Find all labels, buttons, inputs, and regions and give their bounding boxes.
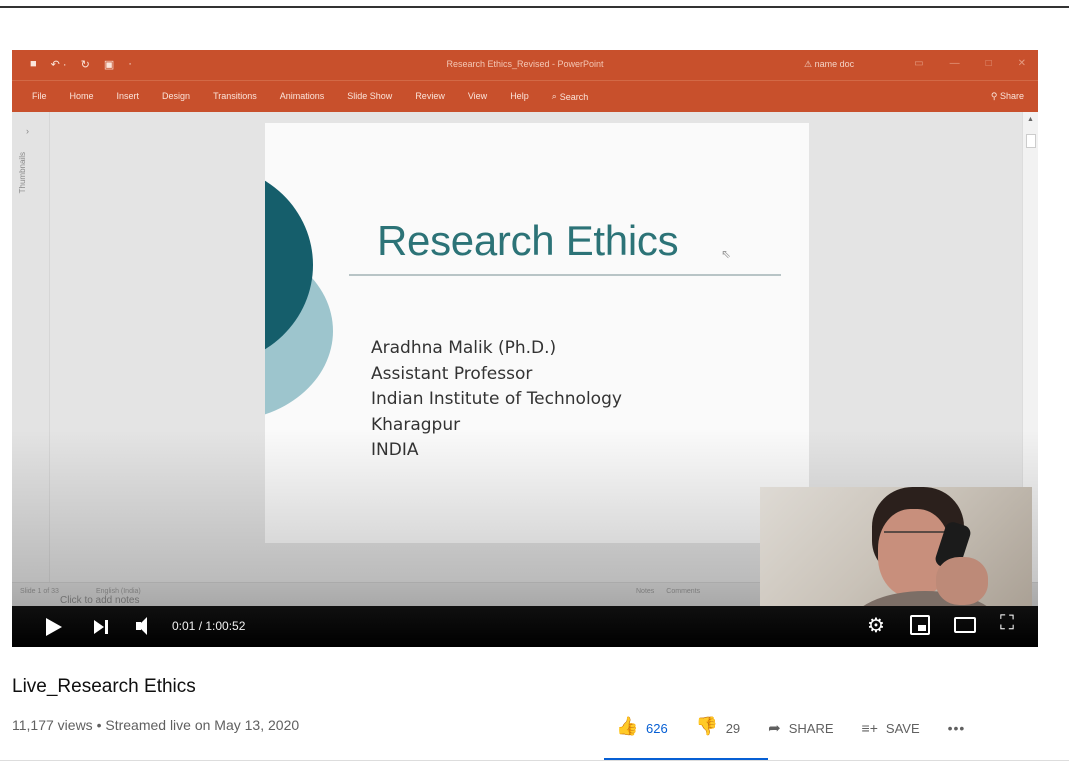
slide-title: Research Ethics	[377, 217, 679, 264]
share-label: SHARE	[788, 720, 834, 736]
playlist-add-icon: ≡+	[861, 720, 878, 736]
language-indicator: English (India)	[96, 588, 141, 595]
tab-insert: Insert	[116, 91, 140, 101]
play-icon[interactable]	[46, 618, 62, 636]
status-comments: Comments	[666, 588, 701, 595]
ribbon-share-label: Share	[999, 91, 1024, 101]
status-notes: Notes	[636, 588, 655, 595]
minimize-icon: —	[949, 58, 960, 69]
ribbon-search-label: Search	[559, 91, 589, 102]
dislike-count: 29	[725, 720, 741, 736]
tab-animations: Animations	[279, 91, 325, 101]
powerpoint-title-bar: ■ ↶ · ↻ ▣ · Research Ethics_Revised - Po…	[12, 50, 1038, 80]
scrollbar-thumb	[1026, 134, 1036, 148]
ribbon-search: ⌕ Search	[552, 91, 589, 102]
author-city: Kharagpur	[371, 414, 461, 435]
thumbnails-pane: › Thumbnails	[12, 112, 50, 582]
theater-mode-icon[interactable]	[954, 617, 976, 633]
thumbnails-label: Thumbnails	[18, 152, 27, 194]
tab-slide-show: Slide Show	[347, 91, 393, 101]
save-label: SAVE	[885, 720, 920, 736]
video-meta: 11,177 views • Streamed live on May 13, …	[12, 717, 300, 733]
fullscreen-icon[interactable]	[1000, 612, 1020, 635]
settings-gear-icon[interactable]	[866, 613, 886, 638]
person-icon: ⚲	[990, 91, 998, 101]
author-position: Assistant Professor	[371, 363, 533, 384]
close-icon: ✕	[1017, 58, 1026, 69]
user-account: ⚠ name doc	[804, 59, 855, 69]
maximize-icon: □	[985, 58, 992, 69]
slide: Research Ethics ⇖ Aradhna Malik (Ph.D.) …	[265, 123, 809, 543]
chevron-right-icon: ›	[26, 126, 29, 136]
video-player[interactable]: ■ ↶ · ↻ ▣ · Research Ethics_Revised - Po…	[12, 50, 1038, 647]
tab-help: Help	[510, 91, 529, 101]
slide-counter: Slide 1 of 33	[20, 588, 59, 595]
player-controls-right	[866, 612, 1020, 638]
tab-design: Design	[162, 91, 191, 101]
save-button[interactable]: ≡+ SAVE	[862, 720, 920, 736]
tab-transitions: Transitions	[213, 91, 257, 101]
tab-review: Review	[415, 91, 445, 101]
scroll-up-icon: ▲	[1027, 116, 1034, 123]
dislike-button[interactable]: 29	[696, 716, 741, 738]
ribbon-share: ⚲ Share	[991, 91, 1024, 102]
more-actions-button[interactable]: •••	[948, 720, 966, 736]
like-button[interactable]: 626	[616, 716, 668, 738]
share-arrow-icon: ➦	[768, 720, 781, 737]
document-title: Research Ethics_Revised - PowerPoint	[446, 59, 604, 69]
tab-home: Home	[69, 91, 94, 101]
like-count: 626	[646, 720, 668, 736]
miniplayer-icon[interactable]	[910, 615, 930, 635]
next-icon[interactable]	[94, 618, 110, 636]
search-icon: ⌕	[551, 91, 557, 101]
time-display: 0:01 / 1:00:52	[172, 619, 246, 633]
bottom-divider	[0, 760, 1069, 761]
title-underline	[349, 274, 781, 276]
player-controls: 0:01 / 1:00:52	[12, 606, 1038, 647]
author-country: INDIA	[371, 440, 419, 460]
author-name: Aradhna Malik (Ph.D.)	[371, 338, 557, 358]
share-button[interactable]: ➦ SHARE	[768, 719, 833, 737]
volume-icon[interactable]	[134, 616, 156, 636]
mouse-cursor-icon: ⇖	[721, 247, 732, 261]
thumbs-up-icon	[616, 716, 638, 738]
tab-view: View	[467, 91, 488, 101]
author-institution: Indian Institute of Technology	[371, 389, 622, 409]
video-title: Live_Research Ethics	[12, 676, 196, 697]
more-horizontal-icon: •••	[947, 720, 966, 736]
ribbon-tabs: File Home Insert Design Transitions Anim…	[32, 91, 611, 102]
author-block: Aradhna Malik (Ph.D.) Assistant Professo…	[371, 336, 622, 464]
tab-file: File	[32, 91, 47, 101]
status-right: Notes Comments	[636, 588, 700, 595]
video-actions: 626 29 ➦ SHARE ≡+ SAVE •••	[616, 716, 966, 738]
powerpoint-ribbon: File Home Insert Design Transitions Anim…	[12, 80, 1038, 112]
window-controls: ▭ — □ ✕	[914, 58, 1026, 69]
top-divider	[0, 6, 1069, 8]
webcam-presenter-glasses	[884, 531, 946, 541]
webcam-presenter-hand	[936, 557, 988, 605]
thumbs-down-icon	[696, 716, 718, 738]
ribbon-display-icon: ▭	[914, 58, 924, 69]
